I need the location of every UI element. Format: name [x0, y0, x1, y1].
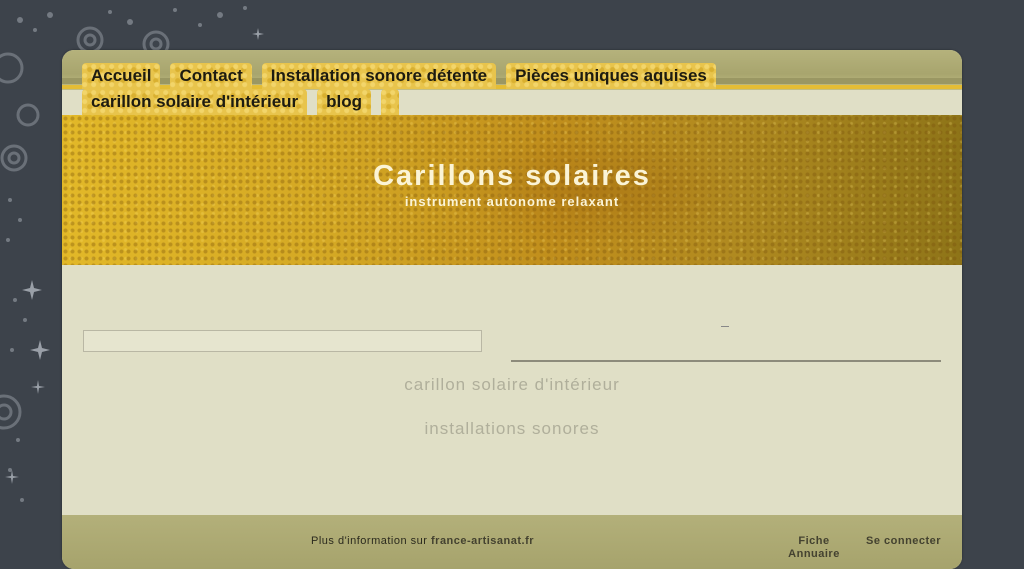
- content-link-carillon-interieur[interactable]: carillon solaire d'intérieur: [62, 375, 962, 395]
- empty-content-box: [83, 330, 482, 352]
- small-marker: [721, 326, 729, 327]
- header-banner: Carillons solaires instrument autonome r…: [62, 115, 962, 265]
- site-subtitle: instrument autonome relaxant: [404, 194, 620, 209]
- nav-item-accueil[interactable]: Accueil: [82, 63, 160, 89]
- footer-info: Plus d'information sur france-artisanat.…: [311, 535, 534, 547]
- main-content: carillon solaire d'intérieur installatio…: [62, 265, 962, 515]
- fiche-label: Fiche: [798, 535, 830, 547]
- nav-item-contact[interactable]: Contact: [170, 63, 251, 89]
- nav-item-pieces-uniques[interactable]: Pièces uniques aquises: [506, 63, 716, 89]
- main-navigation: Accueil Contact Installation sonore déte…: [82, 63, 942, 115]
- footer-info-prefix: Plus d'information sur: [311, 535, 428, 547]
- nav-item-installation-sonore[interactable]: Installation sonore détente: [262, 63, 496, 89]
- divider-line: [511, 360, 941, 362]
- login-link[interactable]: Se connecter: [866, 535, 941, 547]
- content-link-installations-sonores[interactable]: installations sonores: [62, 419, 962, 439]
- nav-row-2: carillon solaire d'intérieur blog: [82, 89, 942, 115]
- annuaire-label: Annuaire: [788, 548, 840, 560]
- nav-item-blog[interactable]: blog: [317, 89, 371, 115]
- nav-item-carillon-interieur[interactable]: carillon solaire d'intérieur: [82, 89, 307, 115]
- page-frame: Accueil Contact Installation sonore déte…: [62, 50, 962, 569]
- fiche-annuaire-link[interactable]: Fiche Annuaire: [782, 535, 846, 561]
- nav-row-1: Accueil Contact Installation sonore déte…: [82, 63, 942, 89]
- site-title: Carillons solaires: [373, 160, 651, 192]
- nav-item-stub: [381, 89, 400, 115]
- footer-site-link[interactable]: france-artisanat.fr: [431, 535, 534, 547]
- footer: Plus d'information sur france-artisanat.…: [62, 515, 962, 569]
